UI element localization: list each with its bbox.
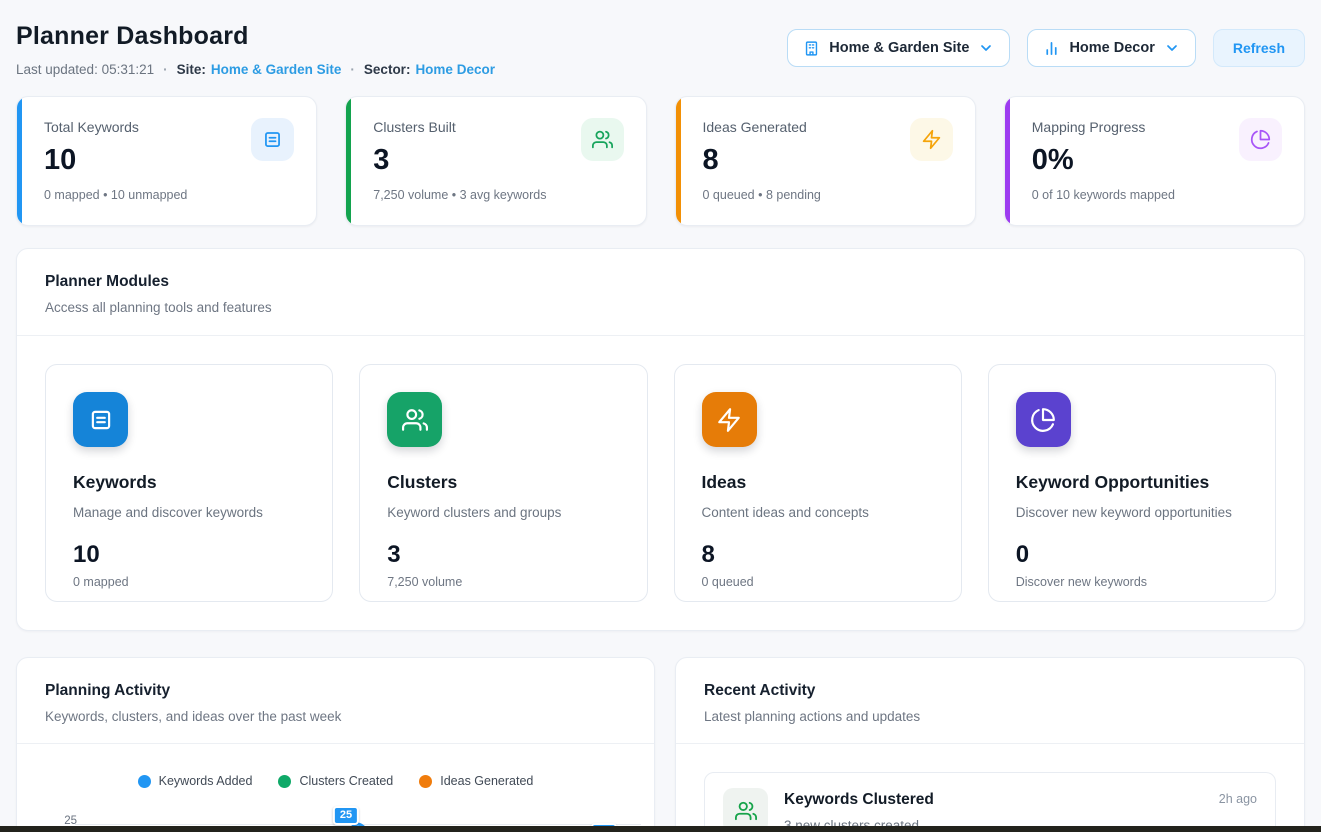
site-link[interactable]: Home & Garden Site <box>211 62 342 77</box>
page-header-left: Planner Dashboard Last updated: 05:31:21… <box>16 22 495 77</box>
module-title: Ideas <box>702 472 934 493</box>
legend-label: Clusters Created <box>299 774 393 788</box>
module-card-clusters[interactable]: Clusters Keyword clusters and groups 3 7… <box>359 364 647 602</box>
module-value: 10 <box>73 541 305 569</box>
site-label: Site: <box>177 62 206 77</box>
stat-caption: 0 of 10 keywords mapped <box>1032 188 1280 202</box>
meta-separator: · <box>350 62 355 77</box>
planner-modules-header: Planner Modules Access all planning tool… <box>17 249 1304 335</box>
zap-icon <box>702 392 757 447</box>
sector-label: Sector: <box>364 62 411 77</box>
recent-activity-subtitle: Latest planning actions and updates <box>704 709 1276 724</box>
module-value: 0 <box>1016 541 1248 569</box>
stat-card-clusters-built: Clusters Built 3 7,250 volume • 3 avg ke… <box>345 96 646 226</box>
stat-caption: 0 mapped • 10 unmapped <box>44 188 292 202</box>
planner-modules-panel: Planner Modules Access all planning tool… <box>16 248 1305 631</box>
planning-activity-subtitle: Keywords, clusters, and ideas over the p… <box>45 709 626 724</box>
page-title: Planner Dashboard <box>16 22 495 51</box>
document-icon <box>251 118 294 161</box>
zap-icon <box>910 118 953 161</box>
stats-row: Total Keywords 10 0 mapped • 10 unmapped… <box>16 96 1305 226</box>
module-caption: 0 queued <box>702 575 934 589</box>
sector-link[interactable]: Home Decor <box>415 62 495 77</box>
module-description: Discover new keyword opportunities <box>1016 505 1248 520</box>
users-icon <box>387 392 442 447</box>
page-header: Planner Dashboard Last updated: 05:31:21… <box>16 0 1305 77</box>
stat-card-mapping-progress: Mapping Progress 0% 0 of 10 keywords map… <box>1004 96 1305 226</box>
planning-activity-header: Planning Activity Keywords, clusters, an… <box>17 658 654 743</box>
recent-activity-card: Recent Activity Latest planning actions … <box>675 657 1305 832</box>
sector-selector-dropdown[interactable]: Home Decor <box>1027 29 1195 67</box>
stat-card-ideas-generated: Ideas Generated 8 0 queued • 8 pending <box>675 96 976 226</box>
planning-activity-title: Planning Activity <box>45 682 626 700</box>
users-icon <box>581 118 624 161</box>
module-description: Manage and discover keywords <box>73 505 305 520</box>
planner-modules-title: Planner Modules <box>45 273 1276 291</box>
planning-activity-body: Keywords Added Clusters Created Ideas Ge… <box>17 744 654 832</box>
module-value: 3 <box>387 541 619 569</box>
site-selector-dropdown[interactable]: Home & Garden Site <box>787 29 1010 67</box>
bottom-window-edge <box>0 826 1321 832</box>
bar-chart-icon <box>1043 40 1060 57</box>
module-title: Keywords <box>73 472 305 493</box>
pie-chart-icon <box>1016 392 1071 447</box>
pie-chart-icon <box>1239 118 1282 161</box>
stat-caption: 0 queued • 8 pending <box>703 188 951 202</box>
legend-item-keywords-added[interactable]: Keywords Added <box>138 774 253 788</box>
chevron-down-icon <box>1164 40 1180 56</box>
last-updated: Last updated: 05:31:21 <box>16 62 154 77</box>
module-card-ideas[interactable]: Ideas Content ideas and concepts 8 0 que… <box>674 364 962 602</box>
module-caption: 7,250 volume <box>387 575 619 589</box>
document-icon <box>73 392 128 447</box>
legend-dot-orange <box>419 775 432 788</box>
refresh-button[interactable]: Refresh <box>1213 29 1305 67</box>
activity-item-title: Keywords Clustered <box>784 791 1203 809</box>
module-card-keywords[interactable]: Keywords Manage and discover keywords 10… <box>45 364 333 602</box>
recent-activity-title: Recent Activity <box>704 682 1276 700</box>
module-title: Keyword Opportunities <box>1016 472 1248 493</box>
legend-dot-blue <box>138 775 151 788</box>
sector-selector-label: Home Decor <box>1069 40 1154 56</box>
module-card-keyword-opportunities[interactable]: Keyword Opportunities Discover new keywo… <box>988 364 1276 602</box>
recent-activity-body: Keywords Clustered 3 new clusters create… <box>676 744 1304 832</box>
planner-dashboard-page: Planner Dashboard Last updated: 05:31:21… <box>0 0 1321 832</box>
page-meta: Last updated: 05:31:21 · Site: Home & Ga… <box>16 62 495 77</box>
modules-grid: Keywords Manage and discover keywords 10… <box>17 336 1304 630</box>
module-value: 8 <box>702 541 934 569</box>
legend-label: Ideas Generated <box>440 774 533 788</box>
chevron-down-icon <box>978 40 994 56</box>
chart-legend: Keywords Added Clusters Created Ideas Ge… <box>45 774 626 788</box>
module-caption: Discover new keywords <box>1016 575 1248 589</box>
planner-modules-subtitle: Access all planning tools and features <box>45 300 1276 315</box>
stat-caption: 7,250 volume • 3 avg keywords <box>373 188 621 202</box>
site-selector-label: Home & Garden Site <box>829 40 969 56</box>
header-actions: Home & Garden Site Home Decor Refresh <box>787 29 1305 67</box>
module-description: Keyword clusters and groups <box>387 505 619 520</box>
chart-point-label-25: 25 <box>333 806 359 825</box>
recent-activity-header: Recent Activity Latest planning actions … <box>676 658 1304 743</box>
bottom-row: Planning Activity Keywords, clusters, an… <box>16 657 1305 832</box>
legend-dot-green <box>278 775 291 788</box>
stat-card-total-keywords: Total Keywords 10 0 mapped • 10 unmapped <box>16 96 317 226</box>
legend-item-ideas-generated[interactable]: Ideas Generated <box>419 774 533 788</box>
legend-label: Keywords Added <box>159 774 253 788</box>
meta-separator: · <box>163 62 168 77</box>
module-caption: 0 mapped <box>73 575 305 589</box>
planning-activity-card: Planning Activity Keywords, clusters, an… <box>16 657 655 832</box>
building-icon <box>803 40 820 57</box>
module-description: Content ideas and concepts <box>702 505 934 520</box>
module-title: Clusters <box>387 472 619 493</box>
activity-item-keywords-clustered: Keywords Clustered 3 new clusters create… <box>704 772 1276 832</box>
legend-item-clusters-created[interactable]: Clusters Created <box>278 774 393 788</box>
